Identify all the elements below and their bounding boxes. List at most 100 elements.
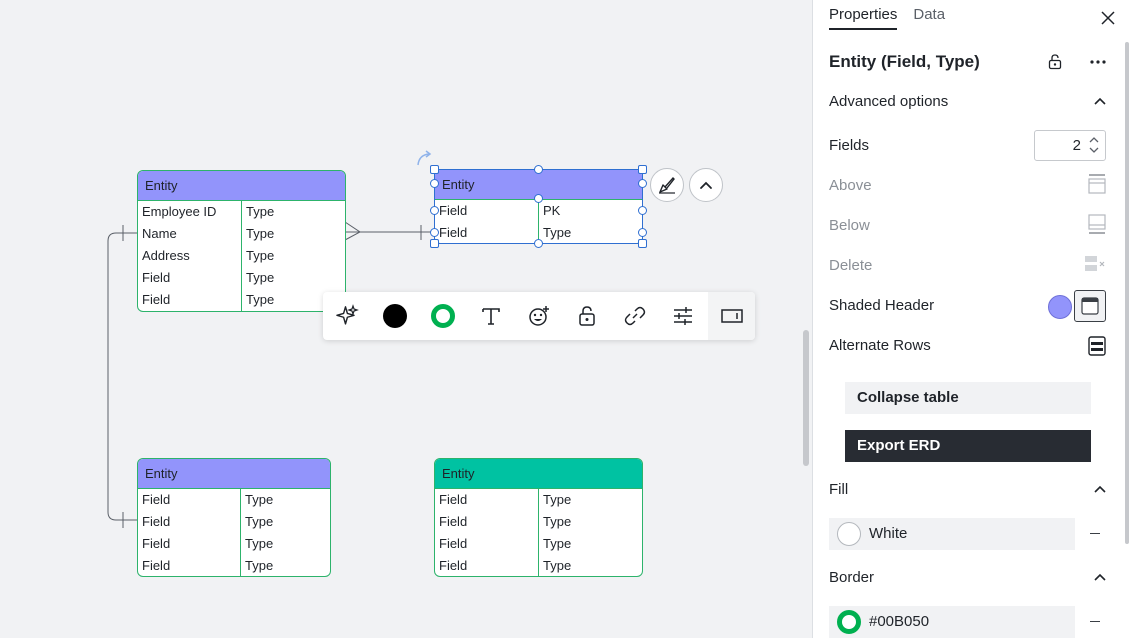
entity-table-selected[interactable]: Entity Field PK Field Type xyxy=(434,169,643,244)
type-cell[interactable]: Type xyxy=(539,511,642,533)
type-cell[interactable]: Type xyxy=(242,267,345,289)
field-cell[interactable]: Field xyxy=(435,533,539,555)
ai-assist-button[interactable] xyxy=(323,292,371,340)
resize-handle-sw[interactable] xyxy=(430,239,439,248)
quick-style-button[interactable] xyxy=(650,168,684,202)
emoji-button[interactable] xyxy=(515,292,563,340)
type-cell[interactable]: Type xyxy=(242,223,345,245)
panel-scrollbar[interactable] xyxy=(1125,42,1129,544)
type-cell[interactable]: Type xyxy=(242,201,345,223)
resize-handle-n[interactable] xyxy=(534,165,543,174)
type-cell[interactable]: PK xyxy=(539,200,642,222)
alternate-rows-icon[interactable] xyxy=(1088,336,1106,356)
field-cell[interactable]: Address xyxy=(138,245,242,267)
table-row[interactable]: Field PK xyxy=(435,200,642,222)
unlock-icon[interactable] xyxy=(1048,54,1062,70)
more-options-icon[interactable] xyxy=(1090,60,1106,64)
field-cell[interactable]: Name xyxy=(138,223,242,245)
field-cell[interactable]: Field xyxy=(435,222,539,243)
settings-button[interactable] xyxy=(659,292,707,340)
type-cell[interactable]: Type xyxy=(241,489,330,511)
collapse-up-button[interactable] xyxy=(689,168,723,202)
table-row[interactable]: Field Type xyxy=(138,267,345,289)
header-color-swatch[interactable] xyxy=(1048,295,1072,319)
table-row[interactable]: Field Type xyxy=(435,511,642,533)
field-cell[interactable]: Field xyxy=(138,511,241,533)
tab-data[interactable]: Data xyxy=(913,6,945,30)
remove-border-icon[interactable] xyxy=(1090,621,1100,622)
resize-handle-s[interactable] xyxy=(534,239,543,248)
delete-row-icon[interactable] xyxy=(1084,254,1106,274)
entity-table[interactable]: Entity Field Type Field Type Field Type Fie… xyxy=(434,458,643,577)
insert-above-row[interactable]: Above xyxy=(829,174,1106,198)
field-cell[interactable]: Field xyxy=(435,489,539,511)
border-color-button[interactable] xyxy=(419,292,467,340)
fill-color-button[interactable] xyxy=(371,292,419,340)
export-erd-button[interactable]: Export ERD xyxy=(845,430,1091,462)
field-cell[interactable]: Field xyxy=(138,555,241,576)
row-handle-right[interactable] xyxy=(638,228,647,237)
fill-color-picker[interactable]: White xyxy=(829,518,1075,550)
type-cell[interactable]: Type xyxy=(242,245,345,267)
field-cell[interactable]: Field xyxy=(138,289,242,311)
resize-handle-se[interactable] xyxy=(638,239,647,248)
fields-value[interactable]: 2 xyxy=(1073,131,1081,160)
table-row[interactable]: Name Type xyxy=(138,223,345,245)
row-handle[interactable] xyxy=(534,194,543,203)
fill-section-header[interactable]: Fill xyxy=(829,478,1106,502)
entity-table[interactable]: Entity Employee ID Type Name Type Address T… xyxy=(137,170,346,312)
row-handle-left[interactable] xyxy=(430,228,439,237)
insert-row-below-icon[interactable] xyxy=(1088,214,1106,234)
entity-header[interactable]: Entity xyxy=(435,459,642,489)
remove-fill-icon[interactable] xyxy=(1090,533,1100,534)
field-cell[interactable]: Field xyxy=(435,511,539,533)
field-cell[interactable]: Employee ID xyxy=(138,201,242,223)
field-cell[interactable]: Field xyxy=(435,555,539,576)
table-row[interactable]: Field Type xyxy=(435,489,642,511)
tab-properties[interactable]: Properties xyxy=(829,6,898,30)
field-cell[interactable]: Field xyxy=(138,489,241,511)
entity-table[interactable]: Entity Field Type Field Type Field Type Fie… xyxy=(137,458,331,577)
table-row[interactable]: Field Type xyxy=(138,489,330,511)
lock-button[interactable] xyxy=(563,292,611,340)
field-cell[interactable]: Field xyxy=(138,267,242,289)
close-icon[interactable] xyxy=(1100,10,1116,26)
type-cell[interactable]: Type xyxy=(539,222,642,243)
text-button[interactable] xyxy=(467,292,515,340)
insert-row-above-icon[interactable] xyxy=(1088,174,1106,194)
table-row[interactable]: Address Type xyxy=(138,245,345,267)
insert-below-row[interactable]: Below xyxy=(829,214,1106,238)
border-section-header[interactable]: Border xyxy=(829,566,1106,590)
table-row[interactable]: Field Type xyxy=(138,511,330,533)
fields-stepper[interactable]: 2 xyxy=(1034,130,1106,161)
row-handle-left[interactable] xyxy=(430,206,439,215)
border-color-picker[interactable]: #00B050 xyxy=(829,606,1075,638)
type-cell[interactable]: Type xyxy=(539,533,642,555)
link-button[interactable] xyxy=(611,292,659,340)
type-cell[interactable]: Type xyxy=(241,555,330,576)
type-cell[interactable]: Type xyxy=(539,555,642,576)
stepper-arrows-icon[interactable] xyxy=(1089,136,1099,154)
panel-toggle-button[interactable] xyxy=(708,292,755,340)
resize-handle-ne[interactable] xyxy=(638,165,647,174)
type-cell[interactable]: Type xyxy=(539,489,642,511)
table-row[interactable]: Field Type xyxy=(435,555,642,576)
entity-header[interactable]: Entity xyxy=(138,459,330,489)
entity-header[interactable]: Entity xyxy=(138,171,345,201)
rotate-icon[interactable] xyxy=(414,150,434,168)
resize-handle-e[interactable] xyxy=(638,179,647,188)
field-cell[interactable]: Field xyxy=(435,200,539,222)
type-cell[interactable]: Type xyxy=(241,533,330,555)
delete-row[interactable]: Delete xyxy=(829,254,1106,278)
alternate-rows-row[interactable]: Alternate Rows xyxy=(829,334,1106,358)
advanced-options-header[interactable]: Advanced options xyxy=(829,90,1106,114)
resize-handle-w[interactable] xyxy=(430,179,439,188)
shaded-header-toggle[interactable] xyxy=(1074,290,1106,322)
collapse-table-button[interactable]: Collapse table xyxy=(845,382,1091,414)
type-cell[interactable]: Type xyxy=(241,511,330,533)
table-row[interactable]: Field Type xyxy=(138,533,330,555)
table-row[interactable]: Field Type xyxy=(138,555,330,576)
canvas-scrollbar[interactable] xyxy=(803,330,809,466)
table-row[interactable]: Employee ID Type xyxy=(138,201,345,223)
row-handle-right[interactable] xyxy=(638,206,647,215)
